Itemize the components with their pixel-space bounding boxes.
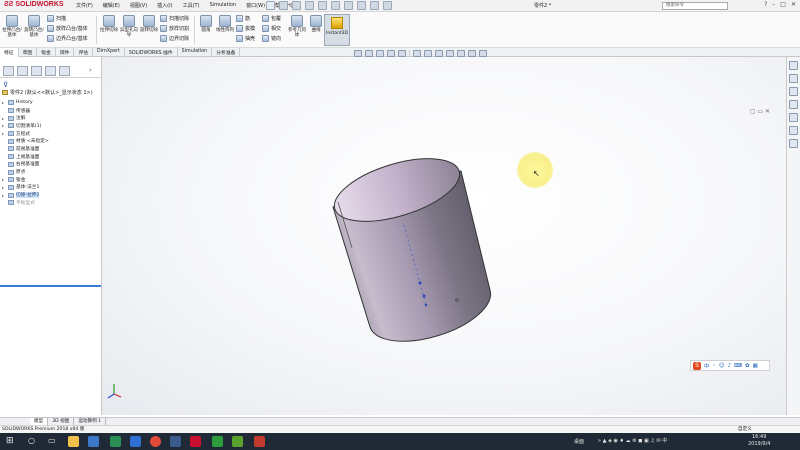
design-library-icon[interactable]	[789, 74, 798, 83]
unit-system[interactable]: 自定义	[738, 426, 752, 433]
toolbox-icon[interactable]: ▦	[753, 363, 758, 369]
forum-icon[interactable]	[789, 139, 798, 148]
solidworks-taskbar-icon[interactable]	[190, 436, 201, 447]
camtasia-taskbar-icon[interactable]	[212, 436, 223, 447]
recorder-taskbar-icon[interactable]	[232, 436, 243, 447]
ime-language-label[interactable]: 中	[704, 362, 710, 370]
appearances-icon[interactable]	[789, 113, 798, 122]
solidworks-window: ƧƧ SOLIDWORKS 文件(F) 编辑(E) 视图(V) 插入(I) 工具(…	[0, 0, 800, 450]
skin-icon[interactable]: ✿	[745, 363, 750, 369]
sogou-icon: S	[693, 361, 701, 370]
tray-icons[interactable]: » ▲ ◈ ◉ ♦ ☁ ⚙ ◼ ▣ ♫ ✉ 中	[598, 437, 667, 444]
search-icon[interactable]: ○	[28, 436, 35, 445]
cylinder-geometry	[332, 158, 492, 342]
excel-taskbar-icon[interactable]	[110, 436, 121, 447]
ime-toolbar[interactable]: S 中 ◦ ☺ ♪ ⌨ ✿ ▦	[690, 360, 770, 371]
edge-taskbar-icon[interactable]	[130, 436, 141, 447]
store-taskbar-icon[interactable]	[88, 436, 99, 447]
custom-properties-icon[interactable]	[789, 126, 798, 135]
origin-triad-icon	[107, 384, 122, 399]
app-taskbar-icon[interactable]	[170, 436, 181, 447]
solidworks-resources-icon[interactable]	[789, 61, 798, 70]
task-view-icon[interactable]: ▭	[48, 436, 56, 445]
cylinder-model[interactable]	[0, 0, 800, 450]
clock-time[interactable]: 16:49	[752, 434, 766, 440]
file-explorer-icon[interactable]	[789, 87, 798, 96]
tab-motion-study[interactable]: 运动算例 1	[74, 418, 107, 425]
view-palette-icon[interactable]	[789, 100, 798, 109]
task-pane	[786, 57, 800, 415]
keyboard-icon[interactable]: ⌨	[734, 363, 742, 369]
tab-model[interactable]: 模型	[30, 418, 49, 425]
emoji-icon[interactable]: ☺	[719, 363, 725, 369]
tab-3d-views[interactable]: 3D 视图	[48, 418, 75, 425]
chrome-taskbar-icon[interactable]	[150, 436, 161, 447]
windows-taskbar: ⊞ ○ ▭ 桌面 » ▲ ◈ ◉ ♦ ☁ ⚙ ◼ ▣ ♫ ✉ 中 16:49 2…	[0, 433, 800, 450]
status-bar: SOLIDWORKS Premium 2018 x64 版 自定义	[0, 425, 800, 433]
punctuation-icon[interactable]: ◦	[713, 363, 716, 369]
mouse-cursor-icon: ↖	[533, 169, 540, 178]
status-text: SOLIDWORKS Premium 2018 x64 版	[2, 427, 85, 432]
clock-date[interactable]: 2019/9/4	[748, 441, 770, 447]
file-explorer-taskbar-icon[interactable]	[68, 436, 79, 447]
voice-icon[interactable]: ♪	[728, 363, 732, 369]
model-view-tabs: 模型 3D 视图 运动算例 1	[0, 417, 800, 425]
windows-start-icon[interactable]: ⊞	[6, 436, 14, 446]
desktop-toolbar-label[interactable]: 桌面	[574, 438, 584, 445]
office-taskbar-icon[interactable]	[254, 436, 265, 447]
